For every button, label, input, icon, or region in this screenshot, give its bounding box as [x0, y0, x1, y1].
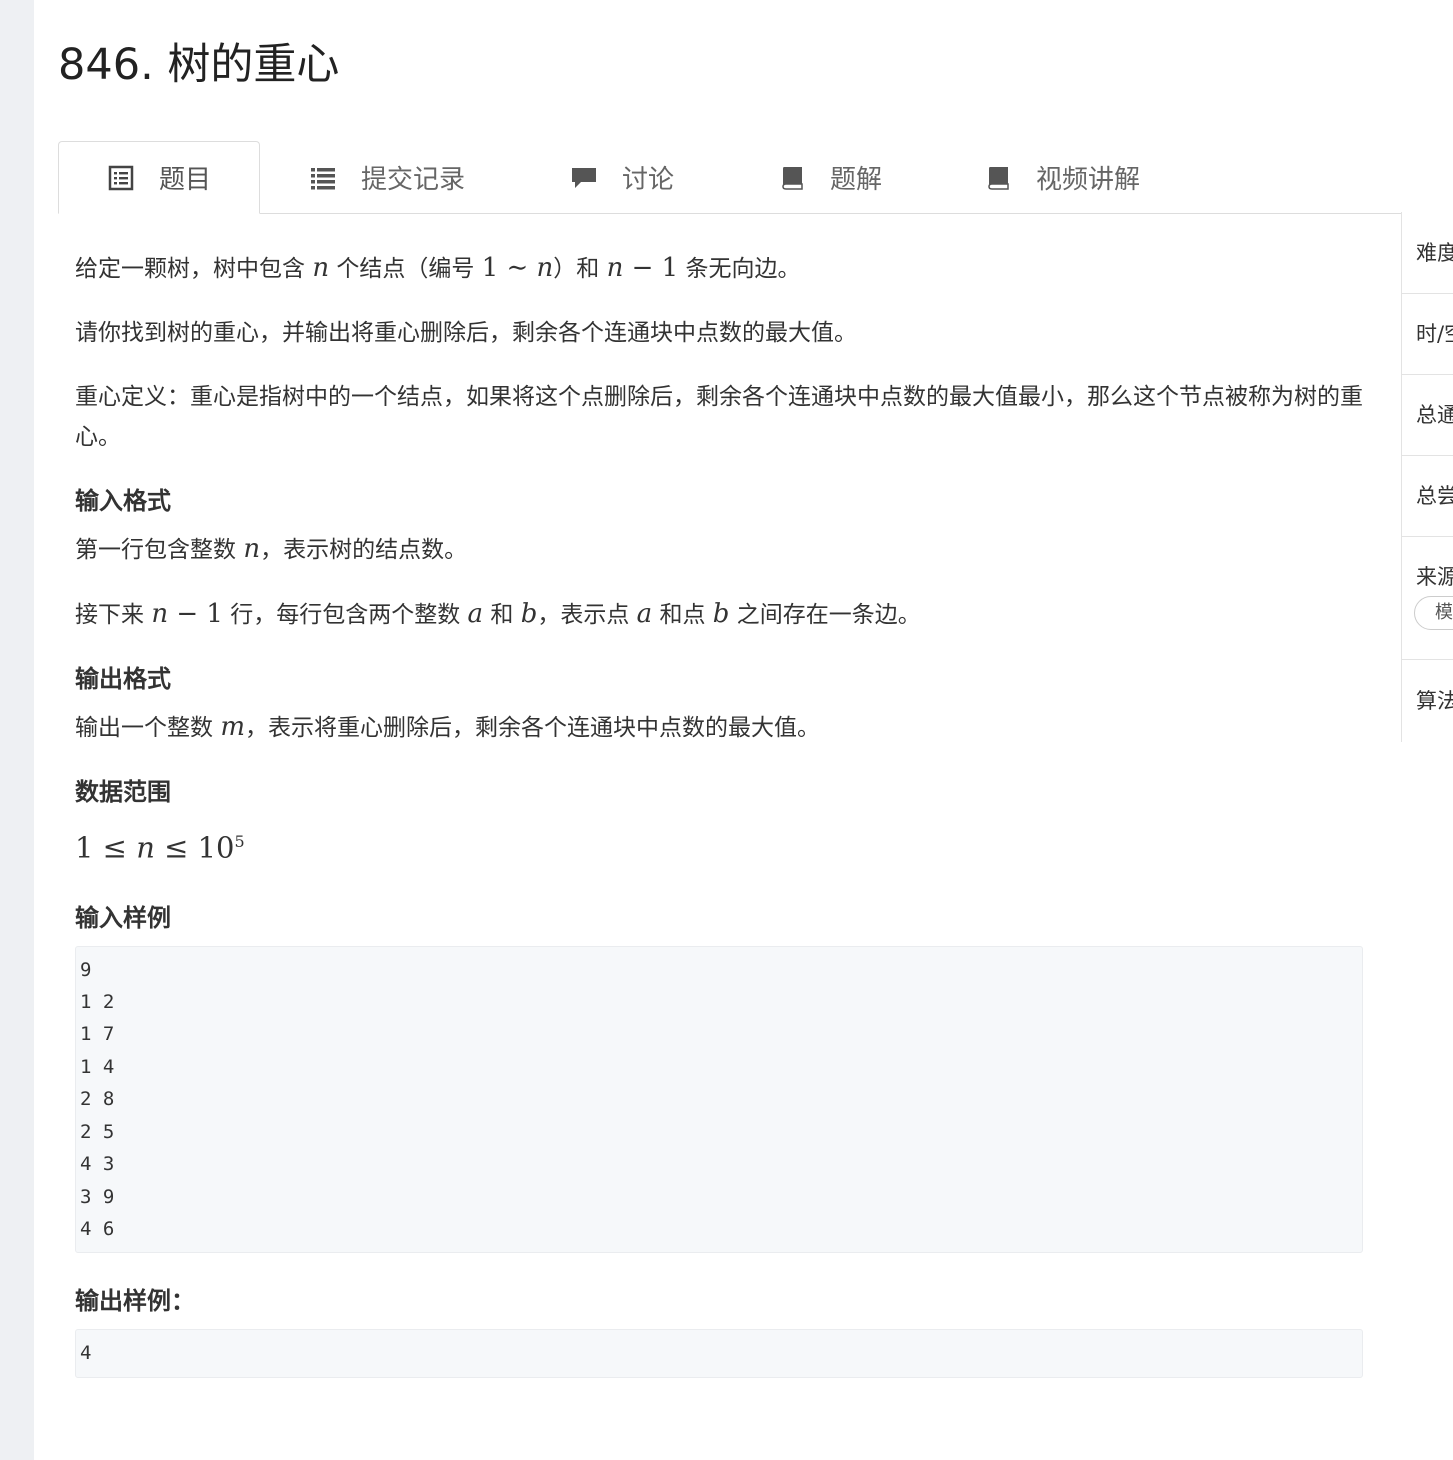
math-expr: 1 ∼	[481, 253, 537, 283]
data-range-formula: 1 ≤ n ≤ 105	[75, 820, 1365, 870]
text: 给定一颗树，树中包含	[75, 256, 313, 282]
math-var: n	[606, 253, 624, 283]
text: 和点	[652, 602, 713, 628]
math-expr: − 1	[168, 599, 223, 629]
text: 接下来	[75, 602, 152, 628]
sample-output-heading: 输出样例：	[75, 1287, 195, 1316]
statement-paragraph: 请你找到树的重心，并输出将重心删除后，剩余各个连通块中点数的最大值。	[75, 320, 857, 346]
problem-page: 846. 树的重心 题目 提交记录 讨论 题解 视频讲解 给定一颗树，树中包含 …	[34, 0, 1453, 1460]
text: 和	[483, 602, 521, 628]
tab-solutions[interactable]: 题解	[778, 141, 882, 213]
sample-output-code[interactable]: 4	[75, 1329, 1363, 1378]
data-range-heading: 数据范围	[75, 778, 171, 806]
text: ）和	[553, 256, 607, 282]
text: ，表示树的结点数。	[260, 537, 468, 563]
source-tag[interactable]: 模	[1414, 596, 1453, 630]
text: 行，每行包含两个整数	[222, 602, 468, 628]
math-var: n	[536, 253, 554, 283]
math-var: n	[136, 830, 155, 865]
problem-statement: 给定一颗树，树中包含 n 个结点（编号 1 ∼ n）和 n − 1 条无向边。 …	[75, 248, 1365, 1406]
math-var: a	[636, 599, 653, 629]
input-format-paragraph: 第一行包含整数 n，表示树的结点数。	[75, 529, 1365, 570]
text: 条无向边。	[678, 256, 801, 282]
tab-submissions[interactable]: 提交记录	[309, 141, 465, 213]
math-var: b	[520, 599, 538, 629]
statement-paragraph: 给定一颗树，树中包含 n 个结点（编号 1 ∼ n）和 n − 1 条无向边。	[75, 248, 1365, 289]
sidebar-total-attempts: 总尝	[1402, 456, 1453, 537]
tab-problem-label: 题目	[158, 165, 211, 195]
problem-tabs: 题目 提交记录 讨论 题解 视频讲解	[58, 141, 1453, 214]
math-var: n	[243, 534, 261, 564]
sidebar-algorithm: 算法	[1416, 689, 1453, 713]
math-expr: ≤ 10	[154, 830, 235, 865]
sidebar-limits: 时/空	[1402, 294, 1453, 375]
output-format-heading: 输出格式	[75, 665, 171, 693]
tab-video[interactable]: 视频讲解	[984, 141, 1140, 213]
sample-input-heading: 输入样例	[75, 903, 171, 932]
text: 输出一个整数	[75, 715, 221, 741]
book-icon	[778, 163, 806, 191]
math-var: m	[220, 712, 245, 742]
input-format-paragraph: 接下来 n − 1 行，每行包含两个整数 a 和 b，表示点 a 和点 b 之间…	[75, 594, 1365, 635]
list-alt-icon	[107, 164, 135, 192]
math-var: n	[312, 253, 330, 283]
page-title: 846. 树的重心	[58, 40, 340, 90]
info-sidebar: 难度 时/空 总通 总尝 来源 算法	[1401, 212, 1453, 742]
math-exponent: 5	[234, 832, 245, 851]
tab-solutions-label: 题解	[830, 164, 883, 195]
text: ，表示将重心删除后，剩余各个连通块中点数的最大值。	[244, 715, 820, 741]
math-expr: − 1	[623, 253, 679, 283]
math-var: b	[712, 599, 730, 629]
math-var: a	[467, 599, 484, 629]
tab-discussion[interactable]: 讨论	[570, 141, 674, 213]
text: ，表示点	[537, 602, 637, 628]
text: 之间存在一条边。	[729, 602, 921, 628]
sidebar-difficulty: 难度	[1402, 212, 1453, 294]
math-expr: 1 ≤	[75, 830, 137, 865]
book-icon	[984, 163, 1012, 191]
comment-icon	[570, 163, 598, 191]
statement-paragraph: 重心定义：重心是指树中的一个结点，如果将这个点删除后，剩余各个连通块中点数的最大…	[75, 384, 1363, 450]
text: 个结点（编号	[329, 256, 482, 282]
tab-submissions-label: 提交记录	[361, 164, 466, 195]
input-format-heading: 输入格式	[75, 487, 171, 515]
output-format-paragraph: 输出一个整数 m，表示将重心删除后，剩余各个连通块中点数的最大值。	[75, 707, 1365, 748]
tab-problem[interactable]: 题目	[58, 141, 260, 214]
tab-video-label: 视频讲解	[1036, 164, 1141, 195]
sidebar-total-passed: 总通	[1402, 375, 1453, 456]
sample-input-code[interactable]: 9 1 2 1 7 1 4 2 8 2 5 4 3 3 9 4 6	[75, 945, 1363, 1254]
math-var: n	[151, 599, 169, 629]
tab-discussion-label: 讨论	[622, 164, 675, 195]
text: 第一行包含整数	[75, 537, 244, 563]
list-icon	[309, 163, 337, 191]
